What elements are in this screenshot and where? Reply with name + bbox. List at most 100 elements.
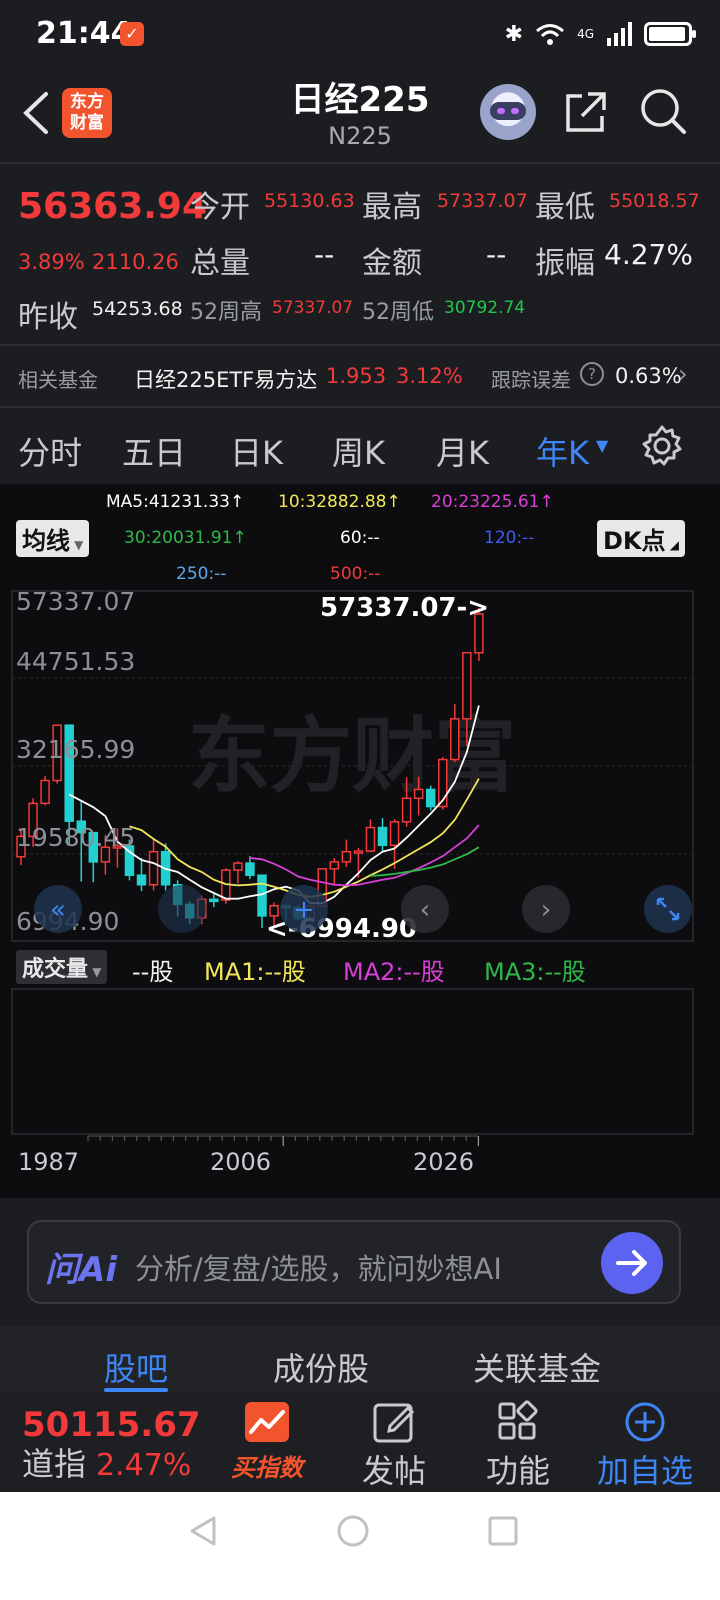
- page-subtitle: N225: [328, 122, 392, 150]
- tab-minute[interactable]: 分时: [18, 428, 82, 474]
- settings-gear-icon[interactable]: [640, 424, 684, 468]
- candle-body: [148, 850, 159, 886]
- high-marker: 57337.07->: [320, 593, 489, 623]
- nav-recents-icon[interactable]: [486, 1514, 520, 1548]
- post-label: 发帖: [361, 1452, 426, 1490]
- network-type: 4G: [577, 27, 594, 41]
- candle-body: [365, 826, 376, 852]
- tab-constituents[interactable]: 成份股: [273, 1344, 369, 1390]
- 52w-low-label: 52周低: [362, 300, 434, 325]
- change-amount: 2110.26: [92, 250, 179, 274]
- signal-icon: [607, 22, 632, 46]
- nav-back-icon[interactable]: [186, 1514, 220, 1548]
- tracking-error-value: 0.63%: [615, 364, 682, 388]
- ai-send-button[interactable]: [601, 1232, 663, 1294]
- share-button[interactable]: [562, 88, 610, 136]
- volume-value: --股: [132, 958, 174, 986]
- tab-week-k[interactable]: 周K: [332, 428, 385, 474]
- ma20-line: [249, 824, 480, 887]
- 52w-high-value: 57337.07: [272, 298, 354, 318]
- kline-chart-area[interactable]: MA5:41231.33↑ 10:32882.88↑ 20:23225.61↑ …: [0, 484, 720, 1198]
- candle: [377, 818, 388, 852]
- ai-input-box[interactable]: 问Ai 分析/复盘/选股，就问妙想AI: [27, 1220, 681, 1304]
- amplitude-label: 振幅: [535, 246, 595, 281]
- nav-home-icon[interactable]: [336, 1514, 370, 1548]
- candle-body: [401, 797, 412, 823]
- x-tick-label: 1987: [18, 1148, 79, 1176]
- volume-value: --: [314, 238, 335, 271]
- wifi-icon: [536, 24, 565, 45]
- tracking-error-label: 跟踪误差: [491, 368, 571, 392]
- change-percent: 3.89%: [18, 250, 85, 274]
- related-fund-row[interactable]: 相关基金 日经225ETF易方达 1.953 3.12% 跟踪误差 ? 0.63…: [0, 346, 720, 406]
- candle: [209, 894, 219, 907]
- x-tick-label: 2006: [210, 1148, 271, 1176]
- buy-index-label: 买指数: [231, 1454, 303, 1482]
- kline-chart[interactable]: 东方财富 57337.0744751.5332165.9919580.45699…: [0, 484, 720, 1198]
- candle-body: [209, 898, 219, 903]
- ai-assistant-avatar[interactable]: [480, 84, 536, 140]
- fund-change: 3.12%: [396, 364, 463, 388]
- fund-name: 日经225ETF易方达: [134, 368, 318, 392]
- tab-five-day[interactable]: 五日: [122, 428, 186, 474]
- chevron-left-icon: ‹: [420, 895, 430, 925]
- chevron-right-icon: ›: [678, 360, 688, 388]
- y-ticks-group: 57337.0744751.5332165.9919580.456994.90: [16, 587, 135, 936]
- ai-placeholder[interactable]: 分析/复盘/选股，就问妙想AI: [135, 1246, 502, 1288]
- ticker-name: 道指: [22, 1445, 87, 1483]
- high-label: 最高: [362, 190, 422, 225]
- prev-close-value: 54253.68: [92, 298, 183, 320]
- candle-body: [462, 651, 472, 720]
- volume-ma2: MA2:--股: [343, 958, 445, 986]
- candle-body: [136, 874, 147, 886]
- ticker-change: 2.47%: [96, 1448, 192, 1483]
- search-icon: [641, 89, 686, 134]
- post-button[interactable]: 发帖: [354, 1400, 434, 1492]
- add-watchlist-button[interactable]: 加自选: [590, 1400, 700, 1492]
- candle: [245, 856, 255, 880]
- high-value: 57337.07: [437, 190, 528, 212]
- chevron-right-icon: ›: [541, 895, 551, 925]
- amount-value: --: [486, 238, 507, 271]
- prev-close-label: 昨收: [18, 300, 78, 335]
- grid-apps-icon: [498, 1400, 538, 1440]
- tab-year-k[interactable]: 年K: [536, 428, 589, 474]
- status-bar: 21:44 ✓ ✱ 4G: [0, 0, 720, 70]
- share-icon: [566, 92, 606, 132]
- candle: [341, 839, 352, 867]
- arrow-right-icon: [616, 1250, 647, 1276]
- system-navigation-bar: [0, 1492, 720, 1600]
- y-tick-label: 57337.07: [16, 587, 135, 616]
- period-tabs: 分时 五日 日K 周K 月K 年K ▼: [0, 408, 720, 484]
- bluetooth-icon: ✱: [504, 21, 524, 47]
- function-button[interactable]: 功能: [478, 1400, 558, 1492]
- help-icon[interactable]: ?: [580, 362, 604, 386]
- candle: [365, 819, 376, 853]
- tab-guba[interactable]: 股吧: [104, 1344, 168, 1390]
- candle: [233, 861, 243, 884]
- double-chevron-left-icon: «: [50, 895, 66, 925]
- battery-icon: [644, 22, 696, 46]
- search-button[interactable]: [638, 86, 688, 136]
- dropdown-triangle-icon: ▼: [596, 436, 609, 455]
- ai-logo: 问Ai: [45, 1250, 117, 1290]
- status-time: 21:44: [36, 16, 132, 51]
- fund-price: 1.953: [326, 364, 387, 388]
- ticker-widget[interactable]: 50115.67 道指 2.47%: [22, 1406, 201, 1490]
- tab-related-funds[interactable]: 关联基金: [473, 1344, 601, 1390]
- open-label: 今开: [190, 190, 250, 225]
- status-icons: ✱ 4G: [504, 18, 696, 50]
- ai-assistant-bar: 问Ai 分析/复盘/选股，就问妙想AI: [0, 1198, 720, 1326]
- candle: [438, 756, 448, 810]
- volume-selector[interactable]: 成交量 ▼: [16, 950, 108, 984]
- candle: [40, 776, 50, 806]
- candle-body: [341, 850, 352, 863]
- buy-index-button[interactable]: 买指数: [222, 1400, 312, 1483]
- edit-icon: [373, 1403, 415, 1443]
- tab-month-k[interactable]: 月K: [436, 428, 489, 474]
- amplitude-value: 4.27%: [604, 238, 693, 271]
- candle-body: [450, 718, 460, 761]
- open-value: 55130.63: [264, 190, 355, 212]
- trend-chart-icon: [245, 1402, 289, 1442]
- tab-day-k[interactable]: 日K: [230, 428, 283, 474]
